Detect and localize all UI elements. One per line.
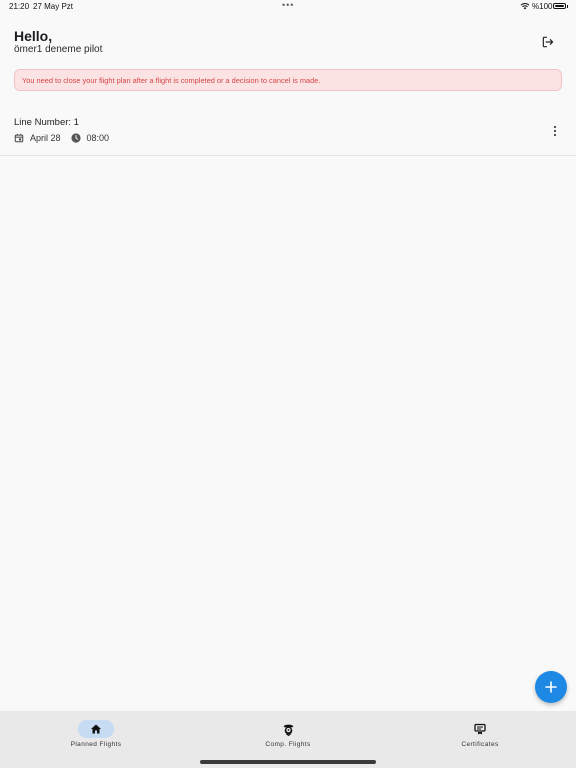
battery-icon [553, 3, 566, 9]
status-time: 21:20 [9, 2, 30, 11]
warning-text: You need to close your flight plan after… [22, 75, 321, 85]
nav-item-planned-flights[interactable]: Planned Flights [0, 711, 192, 761]
plus-icon [545, 681, 557, 693]
nav-label-comp-flights: Comp. Flights [265, 741, 311, 748]
wifi-icon [520, 3, 530, 10]
home-indicator[interactable] [200, 760, 376, 764]
flight-date: April 28 [30, 133, 61, 143]
greeting-title: Hello, [14, 28, 53, 44]
flight-meta-row: April 28 08:00 [14, 132, 109, 144]
certificate-icon [474, 723, 486, 735]
nav-active-indicator [78, 720, 114, 738]
nav-item-comp-flights[interactable]: Comp. Flights [192, 711, 384, 761]
nav-icon-wrap [462, 720, 498, 738]
status-date: 27 May Pzt [33, 2, 74, 11]
flight-time: 08:00 [86, 133, 110, 143]
nav-label-planned-flights: Planned Flights [70, 741, 122, 748]
nav-label-certificates: Certificates [461, 741, 499, 748]
battery-percentage: %100 [532, 2, 553, 11]
battery-tip [567, 5, 568, 8]
logout-button[interactable] [538, 32, 558, 52]
user-name: ömer1 deneme pilot [14, 44, 103, 55]
nav-item-certificates[interactable]: Certificates [384, 711, 576, 761]
home-icon [91, 724, 101, 734]
flight-list-item[interactable]: Line Number: 1 April 28 08:00 [0, 112, 576, 156]
more-vert-icon [553, 125, 557, 137]
calendar-icon [14, 133, 24, 143]
add-flight-button[interactable] [535, 671, 567, 703]
nav-icon-wrap [270, 720, 306, 738]
pilot-icon [283, 724, 293, 736]
status-bar: 21:20 27 May Pzt ••• %100 [0, 0, 576, 14]
logout-icon [542, 36, 554, 48]
more-options-button[interactable] [549, 124, 561, 138]
screen: 21:20 27 May Pzt ••• %100 Hello, ömer1 d… [0, 0, 576, 768]
warning-banner: You need to close your flight plan after… [14, 69, 562, 91]
flight-line-number: Line Number: 1 [14, 117, 79, 128]
multitasking-dots[interactable]: ••• [282, 0, 294, 10]
clock-icon [70, 133, 81, 143]
